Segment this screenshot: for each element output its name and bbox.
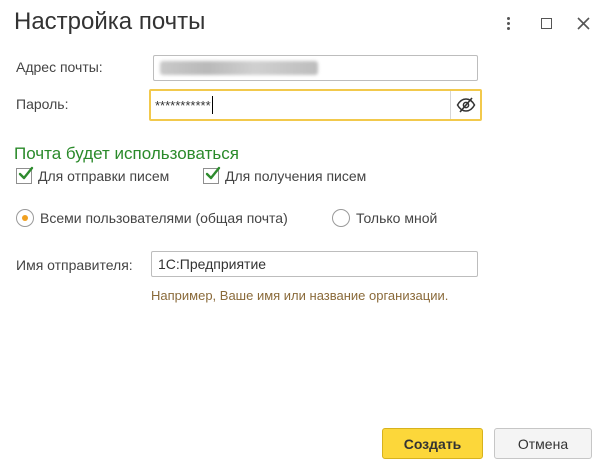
checkbox-box[interactable] bbox=[203, 166, 221, 184]
email-input[interactable] bbox=[153, 55, 478, 81]
radio-button[interactable] bbox=[332, 209, 350, 227]
redacted-email bbox=[160, 61, 318, 75]
send-mail-checkbox[interactable]: Для отправки писем bbox=[16, 166, 170, 184]
password-label: Пароль: bbox=[16, 96, 69, 112]
receive-mail-checkbox[interactable]: Для получения писем bbox=[203, 166, 367, 184]
eye-hidden-icon[interactable] bbox=[450, 91, 480, 119]
maximize-icon[interactable] bbox=[535, 12, 557, 34]
mail-settings-dialog: Настройка почты Адрес почты: Пароль: ***… bbox=[0, 0, 606, 476]
password-input[interactable]: *********** bbox=[149, 89, 482, 121]
radio-button[interactable] bbox=[16, 209, 34, 227]
cancel-button[interactable]: Отмена bbox=[494, 428, 592, 459]
password-value: *********** bbox=[155, 97, 211, 113]
sender-name-value: 1С:Предприятие bbox=[158, 256, 267, 272]
sender-label: Имя отправителя: bbox=[16, 257, 133, 273]
radio-only-me-label: Только мной bbox=[356, 210, 438, 226]
radio-only-me[interactable]: Только мной bbox=[332, 209, 437, 227]
receive-mail-label: Для получения писем bbox=[225, 168, 367, 184]
sender-hint: Например, Ваше имя или название организа… bbox=[151, 288, 449, 303]
checkmark-icon bbox=[18, 166, 34, 180]
email-label: Адрес почты: bbox=[16, 59, 103, 75]
more-vertical-icon[interactable] bbox=[497, 12, 519, 34]
radio-all-users-label: Всеми пользователями (общая почта) bbox=[40, 210, 288, 226]
usage-section-title: Почта будет использоваться bbox=[14, 144, 239, 163]
radio-selected-dot bbox=[22, 215, 28, 221]
sender-name-input[interactable]: 1С:Предприятие bbox=[151, 251, 478, 277]
text-caret bbox=[211, 96, 213, 114]
dialog-title: Настройка почты bbox=[14, 8, 206, 35]
create-button[interactable]: Создать bbox=[382, 428, 483, 459]
radio-all-users[interactable]: Всеми пользователями (общая почта) bbox=[16, 209, 288, 227]
checkmark-icon bbox=[205, 166, 221, 180]
checkbox-box[interactable] bbox=[16, 166, 34, 184]
close-icon[interactable] bbox=[572, 12, 594, 34]
send-mail-label: Для отправки писем bbox=[38, 168, 170, 184]
